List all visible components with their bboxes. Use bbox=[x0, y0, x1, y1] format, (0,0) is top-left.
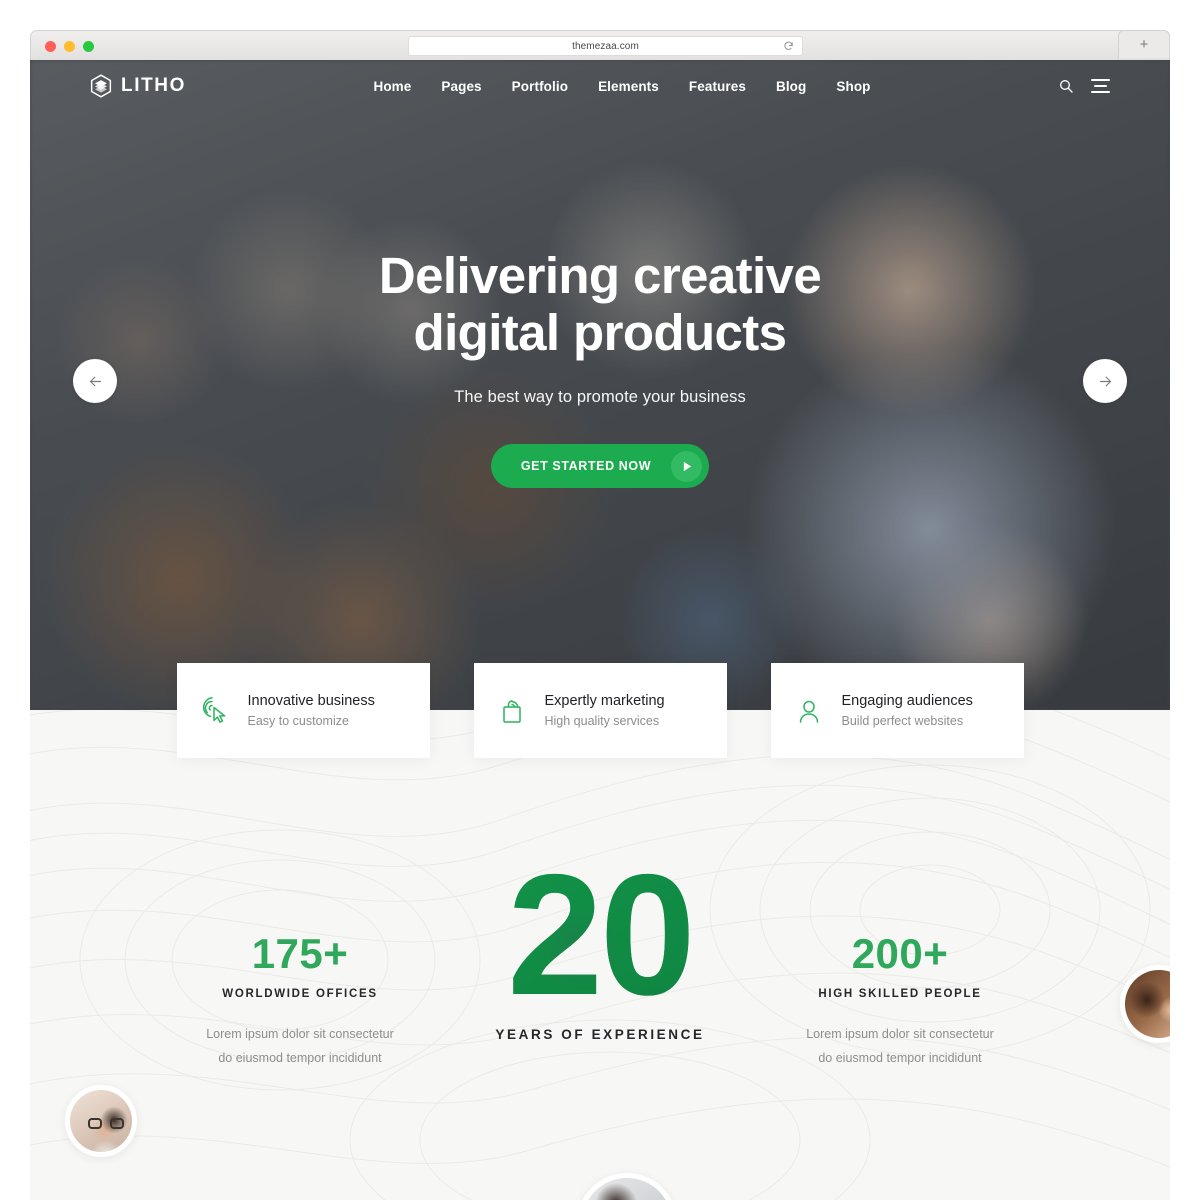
hero-title: Delivering creative digital products bbox=[378, 247, 822, 361]
user-icon bbox=[799, 700, 818, 723]
avatar-man-glasses[interactable] bbox=[65, 1085, 137, 1157]
feature-card-text: Innovative business Easy to customize bbox=[248, 693, 375, 728]
get-started-label: GET STARTED NOW bbox=[520, 459, 652, 473]
site-logo[interactable]: LITHO bbox=[90, 74, 186, 98]
plus-icon: + bbox=[1139, 36, 1149, 53]
play-icon bbox=[671, 450, 703, 482]
url-text: themezaa.com bbox=[572, 40, 639, 52]
feature-card-subtitle: Easy to customize bbox=[247, 714, 349, 728]
feature-card-innovative-business[interactable]: Innovative business Easy to customize bbox=[176, 663, 430, 758]
avatar-bearded-man[interactable] bbox=[577, 1173, 677, 1200]
shopping-bag-icon bbox=[502, 699, 521, 723]
feature-card-title: Innovative business bbox=[247, 693, 375, 709]
glasses-detail bbox=[88, 1118, 124, 1129]
nav-item-features[interactable]: Features bbox=[689, 79, 746, 94]
feature-card-engaging-audiences[interactable]: Engaging audiences Build perfect website… bbox=[770, 663, 1024, 758]
page-viewport: LITHO Home Pages Portfolio Elements Feat… bbox=[30, 60, 1170, 1200]
close-window-button[interactable] bbox=[45, 41, 56, 52]
maximize-window-button[interactable] bbox=[83, 41, 94, 52]
stat-number: 175+ bbox=[251, 930, 349, 977]
hamburger-menu-icon[interactable] bbox=[1091, 79, 1110, 93]
hero-section: LITHO Home Pages Portfolio Elements Feat… bbox=[30, 60, 1170, 710]
browser-chrome-bar: themezaa.com bbox=[30, 30, 1170, 60]
feature-card-subtitle: High quality services bbox=[544, 714, 660, 728]
feature-card-expertly-marketing[interactable]: Expertly marketing High quality services bbox=[473, 663, 727, 758]
header-actions bbox=[1058, 78, 1110, 94]
stat-desc-line-1: Lorem ipsum dolor sit consectetur bbox=[806, 1027, 994, 1041]
get-started-button[interactable]: GET STARTED NOW bbox=[490, 444, 710, 488]
feature-card-text: Engaging audiences Build perfect website… bbox=[842, 693, 973, 728]
carousel-next-button[interactable] bbox=[1083, 359, 1127, 403]
stat-worldwide-offices: 175+ WORLDWIDE OFFICES Lorem ipsum dolor… bbox=[150, 860, 450, 1071]
stat-desc-line-1: Lorem ipsum dolor sit consectetur bbox=[206, 1027, 394, 1041]
address-bar[interactable]: themezaa.com bbox=[408, 36, 803, 56]
new-tab-button[interactable]: + bbox=[1118, 30, 1170, 58]
stat-description: Lorem ipsum dolor sit consectetur do eiu… bbox=[750, 1022, 1050, 1071]
reload-icon[interactable] bbox=[783, 41, 794, 52]
nav-item-elements[interactable]: Elements bbox=[598, 79, 659, 94]
stat-description: Lorem ipsum dolor sit consectetur do eiu… bbox=[150, 1022, 450, 1071]
feature-card-subtitle: Build perfect websites bbox=[841, 714, 964, 728]
feature-card-title: Expertly marketing bbox=[544, 693, 665, 709]
nav-item-shop[interactable]: Shop bbox=[836, 79, 870, 94]
stat-label: WORLDWIDE OFFICES bbox=[222, 988, 378, 1000]
stat-high-skilled-people: 200+ HIGH SKILLED PEOPLE Lorem ipsum dol… bbox=[750, 860, 1050, 1071]
stats-section: 175+ WORLDWIDE OFFICES Lorem ipsum dolor… bbox=[30, 710, 1170, 1200]
stat-desc-line-2: do eiusmod tempor incididunt bbox=[818, 1051, 982, 1066]
hexagon-layers-icon bbox=[90, 74, 112, 98]
avatar-photo bbox=[1125, 970, 1170, 1038]
nav-item-home[interactable]: Home bbox=[373, 79, 411, 94]
feature-card-title: Engaging audiences bbox=[841, 693, 973, 709]
search-icon[interactable] bbox=[1058, 78, 1074, 94]
feature-cards: Innovative business Easy to customize Ex… bbox=[30, 663, 1170, 758]
arrow-left-icon bbox=[89, 376, 101, 386]
stat-desc-line-2: do eiusmod tempor incididunt bbox=[218, 1051, 382, 1066]
big-stat-label: YEARS OF EXPERIENCE bbox=[495, 1027, 705, 1043]
hero-content: Delivering creative digital products The… bbox=[30, 60, 1170, 710]
hero-title-line-1: Delivering creative bbox=[378, 247, 822, 304]
logo-text: LITHO bbox=[121, 75, 186, 96]
cursor-click-icon bbox=[202, 696, 225, 723]
avatar-photo bbox=[582, 1178, 672, 1200]
arrow-right-icon bbox=[1099, 376, 1111, 386]
big-stat-number: 20 bbox=[507, 839, 693, 1031]
stat-number: 200+ bbox=[851, 930, 949, 977]
stat-label: HIGH SKILLED PEOPLE bbox=[818, 988, 982, 1000]
browser-window: themezaa.com + LITHO Home Pages Portfoli… bbox=[0, 0, 1200, 1200]
avatar-woman[interactable] bbox=[1120, 965, 1170, 1043]
carousel-prev-button[interactable] bbox=[73, 359, 117, 403]
site-header: LITHO Home Pages Portfolio Elements Feat… bbox=[30, 60, 1170, 112]
traffic-lights bbox=[45, 41, 94, 52]
minimize-window-button[interactable] bbox=[64, 41, 75, 52]
nav-item-portfolio[interactable]: Portfolio bbox=[512, 79, 568, 94]
hero-title-line-2: digital products bbox=[413, 304, 788, 361]
main-navigation: Home Pages Portfolio Elements Features B… bbox=[373, 79, 870, 94]
stat-years-of-experience: 20 YEARS OF EXPERIENCE bbox=[450, 860, 750, 1042]
nav-item-pages[interactable]: Pages bbox=[441, 79, 481, 94]
nav-item-blog[interactable]: Blog bbox=[776, 79, 806, 94]
stats-row: 175+ WORLDWIDE OFFICES Lorem ipsum dolor… bbox=[30, 860, 1170, 1071]
hero-subtitle: The best way to promote your business bbox=[454, 388, 746, 406]
feature-card-text: Expertly marketing High quality services bbox=[545, 693, 665, 728]
